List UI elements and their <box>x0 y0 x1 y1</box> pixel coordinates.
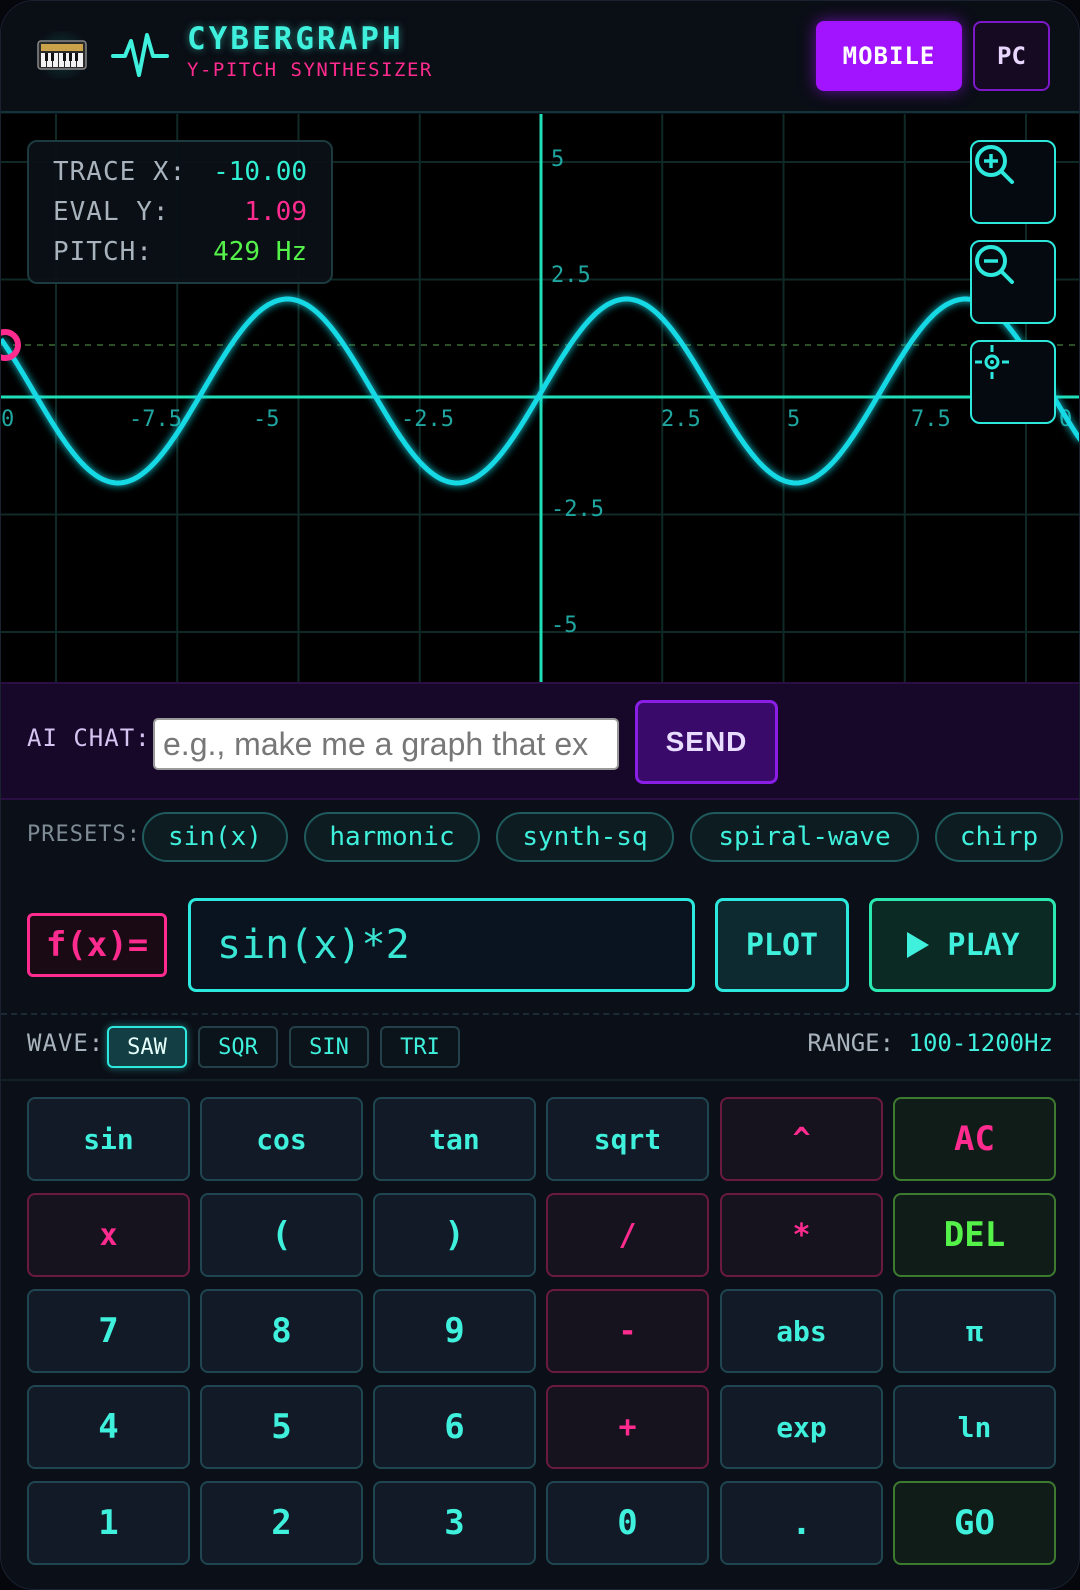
graph-canvas[interactable]: 0 -7.5 -5 -2.5 2.5 5 7.5 0 5 2.5 -2.5 -5 TRACE X: -1… <box>1 114 1079 682</box>
presets-label: PRESETS: <box>27 822 141 847</box>
key-5[interactable]: 5 <box>200 1385 363 1469</box>
x-tick-label: 0 <box>1 407 14 432</box>
eval-y-label: EVAL Y: <box>53 197 170 227</box>
zoom-out-icon <box>975 245 1014 284</box>
play-label: PLAY <box>947 927 1020 963</box>
preset-chip-chirp[interactable]: chirp <box>935 812 1063 862</box>
function-label: f(x)= <box>27 913 167 977</box>
app-frame: CYBERGRAPH Y-PITCH SYNTHESIZER MOBILE PC… <box>0 0 1080 1590</box>
key-abs[interactable]: abs <box>720 1289 883 1373</box>
key-all-clear[interactable]: AC <box>893 1097 1056 1181</box>
mobile-mode-button[interactable]: MOBILE <box>816 21 962 91</box>
divider <box>1 1013 1079 1015</box>
key-cos[interactable]: cos <box>200 1097 363 1181</box>
wave-sin-button[interactable]: SIN <box>289 1026 369 1068</box>
key-8[interactable]: 8 <box>200 1289 363 1373</box>
key-delete[interactable]: DEL <box>893 1193 1056 1277</box>
key-4[interactable]: 4 <box>27 1385 190 1469</box>
header: CYBERGRAPH Y-PITCH SYNTHESIZER MOBILE PC <box>1 1 1079 113</box>
x-tick-label: -2.5 <box>401 407 454 432</box>
zoom-in-icon <box>975 145 1014 184</box>
pitch-range: RANGE: 100-1200Hz <box>807 1029 1053 1057</box>
key-6[interactable]: 6 <box>373 1385 536 1469</box>
ai-chat-input[interactable] <box>153 718 619 770</box>
key-ln[interactable]: ln <box>893 1385 1056 1469</box>
zoom-in-button[interactable] <box>970 140 1056 224</box>
key-divide[interactable]: / <box>546 1193 709 1277</box>
pulse-wave-icon <box>111 33 169 77</box>
eval-y-value: 1.09 <box>244 197 307 227</box>
wave-tri-button[interactable]: TRI <box>380 1026 460 1068</box>
key-sqrt[interactable]: sqrt <box>546 1097 709 1181</box>
crosshair-icon <box>975 345 1009 379</box>
play-button[interactable]: PLAY <box>869 898 1056 992</box>
wave-sqr-button[interactable]: SQR <box>198 1026 278 1068</box>
y-tick-label: -2.5 <box>551 497 604 522</box>
preset-chip-spiral-wave[interactable]: spiral-wave <box>690 812 919 862</box>
pitch-value: 429 Hz <box>213 237 307 267</box>
play-icon <box>907 932 930 958</box>
ai-chat-label: AI CHAT: <box>27 724 151 752</box>
key-2[interactable]: 2 <box>200 1481 363 1565</box>
preset-chip-harmonic[interactable]: harmonic <box>304 812 480 862</box>
function-input[interactable] <box>188 898 695 992</box>
key-minus[interactable]: - <box>546 1289 709 1373</box>
center-view-button[interactable] <box>970 340 1056 424</box>
key-sin[interactable]: sin <box>27 1097 190 1181</box>
key-go[interactable]: GO <box>893 1481 1056 1565</box>
presets-bar: PRESETS: sin(x) harmonic synth-sq spiral… <box>1 802 1079 878</box>
key-x[interactable]: x <box>27 1193 190 1277</box>
pitch-label: PITCH: <box>53 237 153 267</box>
ai-send-button[interactable]: SEND <box>635 700 778 784</box>
x-tick-label: 7.5 <box>911 407 951 432</box>
trace-readout: TRACE X: -10.00 EVAL Y: 1.09 PITCH: 429 Hz <box>27 140 333 284</box>
x-tick-label: 2.5 <box>661 407 701 432</box>
key-pi[interactable]: π <box>893 1289 1056 1373</box>
trace-x-value: -10.00 <box>213 157 307 187</box>
preset-chip-synth-sq[interactable]: synth-sq <box>496 812 674 862</box>
plot-button[interactable]: PLOT <box>715 898 849 992</box>
range-value: 100-1200Hz <box>908 1029 1054 1057</box>
y-tick-label: 2.5 <box>551 263 591 288</box>
app-subtitle: Y-PITCH SYNTHESIZER <box>187 59 433 81</box>
key-decimal[interactable]: . <box>720 1481 883 1565</box>
y-tick-label: 5 <box>551 147 564 172</box>
keypad-separator <box>1 1079 1079 1081</box>
wave-saw-button[interactable]: SAW <box>107 1026 187 1068</box>
wave-label: WAVE: <box>27 1029 105 1057</box>
key-close-paren[interactable]: ) <box>373 1193 536 1277</box>
ai-chat-bar: AI CHAT: SEND <box>1 682 1079 800</box>
key-exp[interactable]: exp <box>720 1385 883 1469</box>
pc-mode-button[interactable]: PC <box>973 21 1050 91</box>
key-tan[interactable]: tan <box>373 1097 536 1181</box>
key-1[interactable]: 1 <box>27 1481 190 1565</box>
x-tick-label: -7.5 <box>129 407 182 432</box>
key-open-paren[interactable]: ( <box>200 1193 363 1277</box>
key-multiply[interactable]: * <box>720 1193 883 1277</box>
preset-chip-sin[interactable]: sin(x) <box>142 812 288 862</box>
zoom-out-button[interactable] <box>970 240 1056 324</box>
key-7[interactable]: 7 <box>27 1289 190 1373</box>
key-9[interactable]: 9 <box>373 1289 536 1373</box>
range-label: RANGE: <box>807 1029 895 1057</box>
key-power[interactable]: ^ <box>720 1097 883 1181</box>
x-tick-label: -5 <box>253 407 280 432</box>
x-tick-label: 5 <box>787 407 800 432</box>
key-0[interactable]: 0 <box>546 1481 709 1565</box>
trace-x-label: TRACE X: <box>53 157 187 187</box>
y-tick-label: -5 <box>551 613 578 638</box>
key-3[interactable]: 3 <box>373 1481 536 1565</box>
key-plus[interactable]: + <box>546 1385 709 1469</box>
synth-keyboard-icon <box>31 31 93 79</box>
app-title: CYBERGRAPH <box>187 21 404 57</box>
